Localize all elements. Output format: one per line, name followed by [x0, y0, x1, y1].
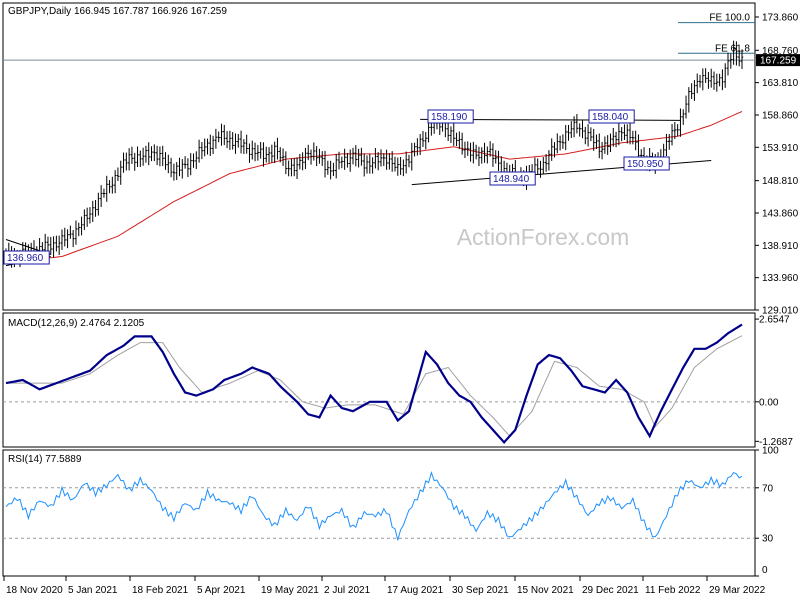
price-tick-label: 158.860	[762, 110, 799, 121]
price-tick-label: 143.860	[762, 208, 799, 219]
macd-title: MACD(12,26,9) 2.4764 2.1205	[8, 318, 145, 329]
price-tick-label: 163.810	[762, 78, 799, 89]
price-tick-label: 153.910	[762, 143, 799, 154]
time-tick-label: 19 May 2021	[261, 585, 319, 596]
last-price-marker: 167.259	[756, 54, 800, 67]
time-tick-label: 2 Jul 2021	[324, 585, 371, 596]
level-label: 150.950	[627, 159, 664, 170]
time-tick-label: 18 Feb 2021	[132, 585, 189, 596]
fib-label: FE 100.0	[709, 13, 750, 24]
macd-panel	[2, 312, 756, 448]
fib-label: FE 61.8	[715, 43, 750, 54]
price-tick-label: 173.860	[762, 12, 799, 23]
price-header: GBPJPY,Daily 166.945 167.787 166.926 167…	[8, 6, 227, 17]
time-tick-label: 29 Mar 2022	[709, 585, 766, 596]
time-tick-label: 5 Jan 2021	[68, 585, 118, 596]
time-tick-label: 15 Nov 2021	[517, 585, 574, 596]
level-label: 158.040	[592, 112, 629, 123]
time-axis: 18 Nov 2020 5 Jan 2021 18 Feb 2021 5 Apr 20…	[3, 576, 766, 596]
price-tick-label: 138.910	[762, 241, 799, 252]
time-tick-label: 18 Nov 2020	[6, 585, 63, 596]
price-tick-label: 148.810	[762, 176, 799, 187]
rsi-tick-label: 0	[762, 565, 768, 576]
chart-stage: ActionForex.com 173.860 168.760 163.810 158…	[0, 0, 800, 600]
price-tick-label: 133.960	[762, 273, 799, 284]
watermark: ActionForex.com	[457, 224, 630, 250]
time-tick-label: 11 Feb 2022	[645, 585, 701, 596]
time-tick-label: 30 Sep 2021	[452, 585, 509, 596]
macd-tick-label: 0.00	[759, 397, 779, 408]
time-tick-label: 17 Aug 2021	[387, 585, 444, 596]
last-price-text: 167.259	[760, 56, 797, 67]
rsi-title: RSI(14) 77.5889	[8, 454, 82, 465]
rsi-tick-label: 70	[762, 483, 774, 494]
rsi-tick-label: 100	[762, 446, 779, 457]
macd-tick-label: 2.6547	[759, 315, 790, 326]
rsi-tick-label: 30	[762, 534, 774, 545]
time-tick-label: 29 Dec 2021	[582, 585, 639, 596]
level-label: 136.960	[7, 253, 44, 264]
time-tick-label: 5 Apr 2021	[197, 585, 246, 596]
level-label: 148.940	[493, 174, 530, 185]
level-label: 158.190	[431, 112, 468, 123]
forex-chart: ActionForex.com 173.860168.760163.810158…	[2, 2, 800, 596]
